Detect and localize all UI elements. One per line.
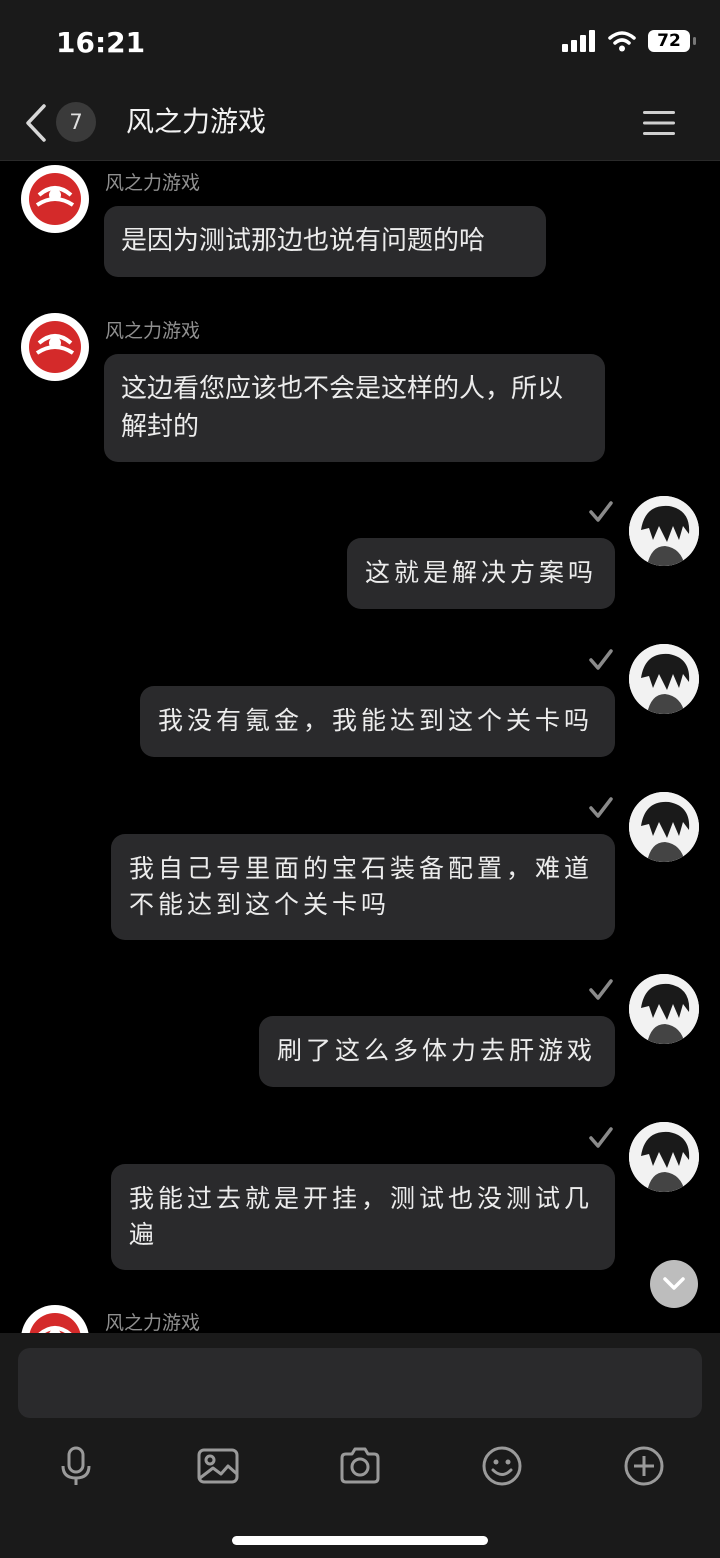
user-avatar[interactable]: [629, 974, 699, 1044]
user-avatar[interactable]: [629, 1122, 699, 1192]
signal-icon: [562, 30, 595, 52]
image-icon[interactable]: [196, 1444, 240, 1488]
menu-icon[interactable]: [642, 108, 676, 138]
home-indicator: [232, 1536, 488, 1545]
sender-name: 风之力游戏: [105, 1312, 201, 1333]
read-check-icon: [589, 501, 613, 522]
camera-icon[interactable]: [338, 1444, 382, 1488]
status-icons: 72: [562, 30, 696, 52]
read-check-icon: [589, 979, 613, 1000]
status-bar: 16:21 72: [0, 0, 720, 90]
user-avatar-icon: [629, 496, 699, 566]
brand-logo-icon: [29, 321, 81, 373]
brand-avatar[interactable]: [21, 313, 89, 381]
read-check-icon: [589, 797, 613, 818]
user-avatar-icon: [629, 974, 699, 1044]
brand-avatar[interactable]: [21, 1305, 89, 1333]
message-input[interactable]: [18, 1348, 702, 1418]
scroll-to-bottom-button[interactable]: [650, 1260, 698, 1308]
user-avatar[interactable]: [629, 792, 699, 862]
wifi-icon: [608, 31, 636, 52]
battery-indicator: 72: [648, 30, 696, 52]
back-icon[interactable]: [20, 102, 54, 144]
status-time: 16:21: [56, 26, 146, 59]
message-bubble-incoming[interactable]: 是因为测试那边也说有问题的哈: [104, 206, 546, 277]
emoji-icon[interactable]: [480, 1444, 524, 1488]
message-bubble-outgoing[interactable]: 刷了这么多体力去肝游戏: [259, 1016, 615, 1087]
read-check-icon: [589, 649, 613, 670]
user-avatar-icon: [629, 1122, 699, 1192]
message-bubble-outgoing[interactable]: 我能过去就是开挂，测试也没测试几遍: [111, 1164, 615, 1270]
chat-header: [0, 90, 720, 161]
message-bubble-outgoing[interactable]: 这就是解决方案吗: [347, 538, 615, 609]
message-list[interactable]: 风之力游戏 是因为测试那边也说有问题的哈 风之力游戏 这边看您应该也不会是这样的…: [0, 160, 720, 1333]
chat-title: 风之力游戏: [126, 105, 267, 138]
add-icon[interactable]: [622, 1444, 666, 1488]
sender-name: 风之力游戏: [105, 320, 201, 342]
sender-name: 风之力游戏: [105, 172, 201, 194]
read-check-icon: [589, 1127, 613, 1148]
brand-logo-icon: [29, 1313, 81, 1333]
unread-count-badge[interactable]: 7: [56, 102, 96, 142]
user-avatar-icon: [629, 792, 699, 862]
message-bubble-incoming[interactable]: 这边看您应该也不会是这样的人，所以解封的: [104, 354, 605, 462]
user-avatar-icon: [629, 644, 699, 714]
brand-logo-icon: [29, 173, 81, 225]
user-avatar[interactable]: [629, 496, 699, 566]
message-bubble-outgoing[interactable]: 我自己号里面的宝石装备配置，难道不能达到这个关卡吗: [111, 834, 615, 940]
user-avatar[interactable]: [629, 644, 699, 714]
chevron-down-icon: [663, 1277, 685, 1290]
message-bubble-outgoing[interactable]: 我没有氪金，我能达到这个关卡吗: [140, 686, 615, 757]
microphone-icon[interactable]: [54, 1444, 98, 1488]
brand-avatar[interactable]: [21, 165, 89, 233]
